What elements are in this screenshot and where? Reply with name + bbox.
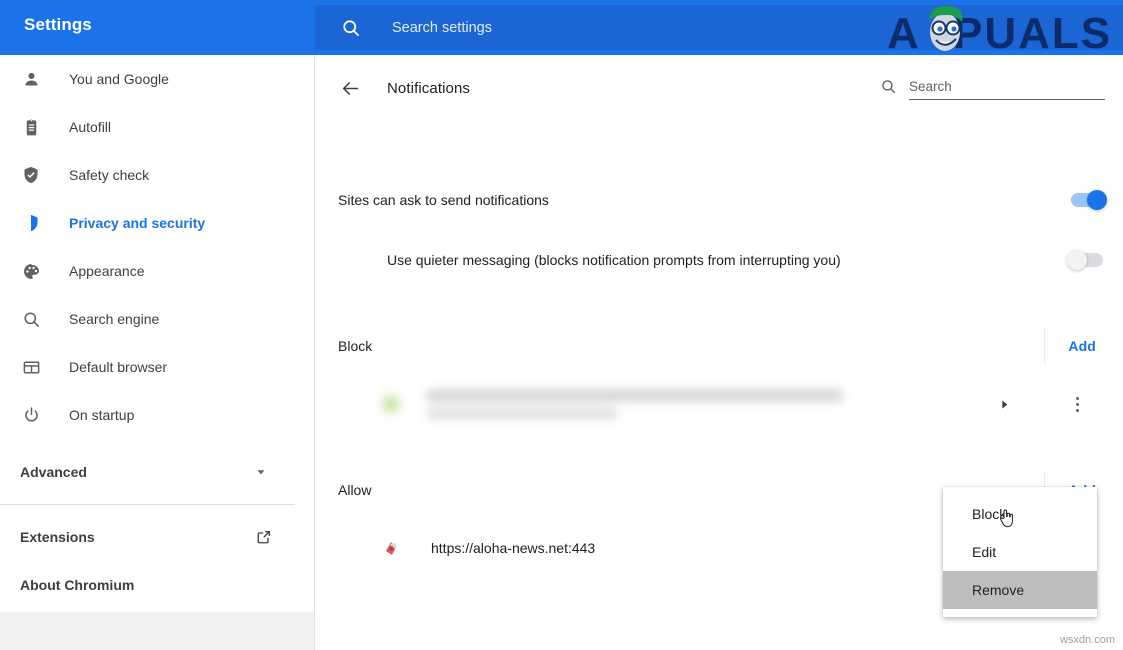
- table-row[interactable]: [315, 374, 1123, 434]
- page-title: Notifications: [387, 80, 471, 97]
- sidebar-item-default-browser[interactable]: Default browser: [0, 343, 314, 391]
- context-menu-label: Remove: [972, 582, 1025, 598]
- sidebar-item-label: You and Google: [69, 71, 169, 87]
- search-icon: [880, 78, 898, 96]
- settings-search-bar[interactable]: [315, 5, 1123, 50]
- sidebar-item-search-engine[interactable]: Search engine: [0, 295, 314, 343]
- add-button-wrap: Add: [1044, 328, 1123, 364]
- site-favicon: [383, 540, 400, 557]
- setting-label: Sites can ask to send notifications: [338, 192, 549, 208]
- site-favicon: [383, 396, 399, 412]
- chevron-down-icon: [254, 465, 268, 479]
- sidebar-item-label: Autofill: [69, 119, 112, 135]
- external-link-icon: [256, 529, 272, 545]
- sites-can-ask-toggle[interactable]: [1071, 190, 1107, 210]
- sidebar-item-label: On startup: [69, 407, 135, 423]
- triangle-right-icon[interactable]: [993, 393, 1015, 415]
- sidebar-bottom-area: [0, 612, 314, 650]
- sidebar-item-safety-check[interactable]: Safety check: [0, 151, 314, 199]
- redacted-text: [427, 389, 993, 419]
- top-bar: Settings: [0, 0, 1123, 55]
- notifications-search[interactable]: [880, 78, 1105, 100]
- sidebar-item-label: Privacy and security: [69, 215, 206, 231]
- more-vertical-icon[interactable]: [1065, 392, 1089, 416]
- main-header: Notifications: [315, 55, 1123, 122]
- browser-window-icon: [20, 356, 42, 378]
- context-menu-item-edit[interactable]: Edit: [943, 533, 1097, 571]
- sidebar-item-label: Safety check: [69, 167, 150, 183]
- sidebar-item-you-and-google[interactable]: You and Google: [0, 55, 314, 103]
- sidebar-footer-label: About Chromium: [20, 577, 135, 593]
- sidebar-item-on-startup[interactable]: On startup: [0, 391, 314, 439]
- site-context-menu: Block Edit Remove: [943, 487, 1097, 617]
- search-settings-input[interactable]: [392, 19, 952, 36]
- shield-half-icon: [20, 212, 42, 234]
- sidebar-item-about-chromium[interactable]: About Chromium: [0, 561, 314, 609]
- redacted-site-entry: [383, 383, 993, 425]
- sidebar-item-label: Appearance: [69, 263, 145, 279]
- settings-page: Settings A PUALS: [0, 0, 1123, 650]
- wsxdn-watermark: wsxdn.com: [1059, 634, 1115, 646]
- toggle-knob: [1067, 250, 1087, 270]
- group-label: Block: [338, 338, 373, 354]
- setting-row-quieter-messaging: Use quieter messaging (blocks notificati…: [315, 232, 1123, 288]
- search-icon: [341, 18, 361, 38]
- sidebar-scrollbar[interactable]: [310, 55, 314, 650]
- arrow-left-icon[interactable]: [338, 77, 362, 101]
- setting-label: Use quieter messaging (blocks notificati…: [387, 252, 841, 268]
- quieter-messaging-toggle[interactable]: [1067, 250, 1103, 270]
- group-label: Allow: [338, 482, 372, 498]
- context-menu-label: Block: [972, 506, 1007, 522]
- context-menu-item-remove[interactable]: Remove: [943, 509, 1097, 609]
- person-icon: [20, 68, 42, 90]
- toggle-knob: [1087, 190, 1107, 210]
- sidebar-item-label: Search engine: [69, 311, 160, 327]
- sidebar-divider: [0, 504, 295, 505]
- setting-row-sites-can-ask: Sites can ask to send notifications: [315, 172, 1123, 228]
- context-menu-item-block[interactable]: Block: [943, 495, 1097, 533]
- sidebar: You and Google Autofill Safety check Pri…: [0, 55, 315, 650]
- sidebar-item-extensions[interactable]: Extensions: [0, 513, 314, 561]
- sidebar-footer-label: Extensions: [20, 529, 95, 545]
- clipboard-icon: [20, 116, 42, 138]
- app-title: Settings: [24, 15, 92, 34]
- sidebar-item-autofill[interactable]: Autofill: [0, 103, 314, 151]
- sidebar-item-appearance[interactable]: Appearance: [0, 247, 314, 295]
- palette-icon: [20, 260, 42, 282]
- shield-check-icon: [20, 164, 42, 186]
- sidebar-item-advanced[interactable]: Advanced: [0, 448, 314, 496]
- sidebar-advanced-label: Advanced: [20, 464, 87, 480]
- sidebar-item-privacy-and-security[interactable]: Privacy and security: [0, 199, 314, 247]
- power-icon: [20, 404, 42, 426]
- search-icon: [20, 308, 42, 330]
- context-menu-label: Edit: [972, 544, 997, 560]
- search-input[interactable]: [909, 79, 1105, 100]
- add-block-button[interactable]: Add: [1068, 338, 1096, 354]
- group-header-block: Block Add: [315, 318, 1123, 374]
- main-content: Notifications Sites can ask to send noti…: [315, 55, 1123, 650]
- sidebar-item-label: Default browser: [69, 359, 168, 375]
